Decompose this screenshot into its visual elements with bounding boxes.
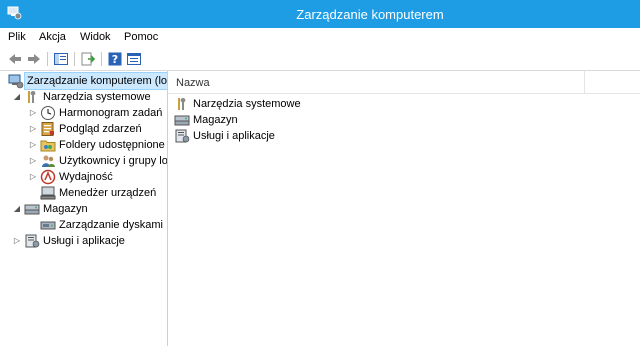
- tree-item-label: Podgląd zdarzeń: [59, 123, 142, 135]
- services-icon: [24, 233, 40, 249]
- tree-item-root[interactable]: Zarządzanie komputerem (lokalne): [0, 72, 167, 90]
- performance-icon: [40, 169, 56, 185]
- expand-arrow-icon[interactable]: ▷: [28, 153, 38, 169]
- storage-icon: [24, 201, 40, 217]
- tree-item-label: Narzędzia systemowe: [43, 91, 151, 103]
- menu-plik[interactable]: Plik: [8, 31, 26, 43]
- toolbar-separator: [74, 52, 75, 66]
- collapse-arrow-icon[interactable]: ◢: [12, 201, 22, 217]
- toolbar: ?: [0, 48, 640, 71]
- shared-folder-icon: [40, 137, 56, 153]
- tree-item-label: Harmonogram zadań: [59, 107, 163, 119]
- disk-icon: [40, 217, 56, 233]
- tree-item-label: Użytkownicy i grupy lokalne: [59, 155, 168, 167]
- tree-item-shared-folders[interactable]: ▷ Foldery udostępnione: [0, 137, 167, 153]
- details-pane[interactable]: Nazwa Narzędzia systemowe Magazyn Usługi…: [168, 71, 640, 346]
- tree-item-system-tools[interactable]: ◢ Narzędzia systemowe: [0, 89, 167, 105]
- list-item-label: Magazyn: [193, 114, 238, 126]
- device-manager-icon: [40, 185, 56, 201]
- tools-icon: [24, 89, 40, 105]
- tree-item-event-viewer[interactable]: ▷ Podgląd zdarzeń: [0, 121, 167, 137]
- tree-item-task-scheduler[interactable]: ▷ Harmonogram zadań: [0, 105, 167, 121]
- clock-icon: [40, 105, 56, 121]
- collapse-arrow-icon[interactable]: ◢: [12, 89, 22, 105]
- expand-arrow-icon[interactable]: ▷: [28, 137, 38, 153]
- column-header-name[interactable]: Nazwa: [176, 77, 210, 89]
- users-icon: [40, 153, 56, 169]
- help-icon[interactable]: ?: [107, 51, 123, 67]
- svg-text:?: ?: [112, 53, 118, 66]
- menu-widok[interactable]: Widok: [80, 31, 111, 43]
- tree-item-services-apps[interactable]: ▷ Usługi i aplikacje: [0, 233, 167, 249]
- tree-item-performance[interactable]: ▷ Wydajność: [0, 169, 167, 185]
- show-hide-console-tree-icon[interactable]: [53, 51, 69, 67]
- window-title: Zarządzanie komputerem: [296, 7, 444, 22]
- tree-item-label: Magazyn: [43, 203, 88, 215]
- forward-arrow-icon[interactable]: [26, 51, 42, 67]
- list-item-label: Narzędzia systemowe: [193, 98, 301, 110]
- menu-akcja[interactable]: Akcja: [39, 31, 66, 43]
- content-area: Zarządzanie komputerem (lokalne) ◢ Narzę…: [0, 71, 640, 346]
- export-list-icon[interactable]: [80, 51, 96, 67]
- tree-item-label: Zarządzanie dyskami: [59, 219, 163, 231]
- tree-item-label: Usługi i aplikacje: [43, 235, 125, 247]
- tree-item-local-users-groups[interactable]: ▷ Użytkownicy i grupy lokalne: [0, 153, 168, 169]
- toolbar-separator: [101, 52, 102, 66]
- tree-item-label: Wydajność: [59, 171, 113, 183]
- column-header-row: Nazwa: [168, 71, 640, 94]
- expand-arrow-icon[interactable]: ▷: [28, 121, 38, 137]
- event-viewer-icon: [40, 121, 56, 137]
- tree-item-disk-management[interactable]: Zarządzanie dyskami: [0, 217, 167, 233]
- list-item-label: Usługi i aplikacje: [193, 130, 275, 142]
- tools-icon: [174, 96, 190, 112]
- tree-item-storage[interactable]: ◢ Magazyn: [0, 201, 167, 217]
- title-bar: Zarządzanie komputerem: [0, 0, 640, 28]
- tree-item-device-manager[interactable]: Menedżer urządzeń: [0, 185, 167, 201]
- tree-item-label: Menedżer urządzeń: [59, 187, 157, 199]
- menu-pomoc[interactable]: Pomoc: [124, 31, 158, 43]
- expand-arrow-icon[interactable]: ▷: [12, 233, 22, 249]
- expand-arrow-icon[interactable]: ▷: [28, 169, 38, 185]
- back-arrow-icon[interactable]: [7, 51, 23, 67]
- console-tree[interactable]: Zarządzanie komputerem (lokalne) ◢ Narzę…: [0, 71, 168, 346]
- column-divider[interactable]: [584, 71, 585, 93]
- tree-item-label: Zarządzanie komputerem (lokalne): [24, 72, 167, 90]
- services-icon: [174, 128, 190, 144]
- menu-bar: Plik Akcja Widok Pomoc: [0, 28, 640, 49]
- computer-management-icon: [8, 73, 24, 89]
- properties-icon[interactable]: [126, 51, 142, 67]
- storage-icon: [174, 112, 190, 128]
- toolbar-separator: [47, 52, 48, 66]
- expand-arrow-icon[interactable]: ▷: [28, 105, 38, 121]
- tree-item-label: Foldery udostępnione: [59, 139, 165, 151]
